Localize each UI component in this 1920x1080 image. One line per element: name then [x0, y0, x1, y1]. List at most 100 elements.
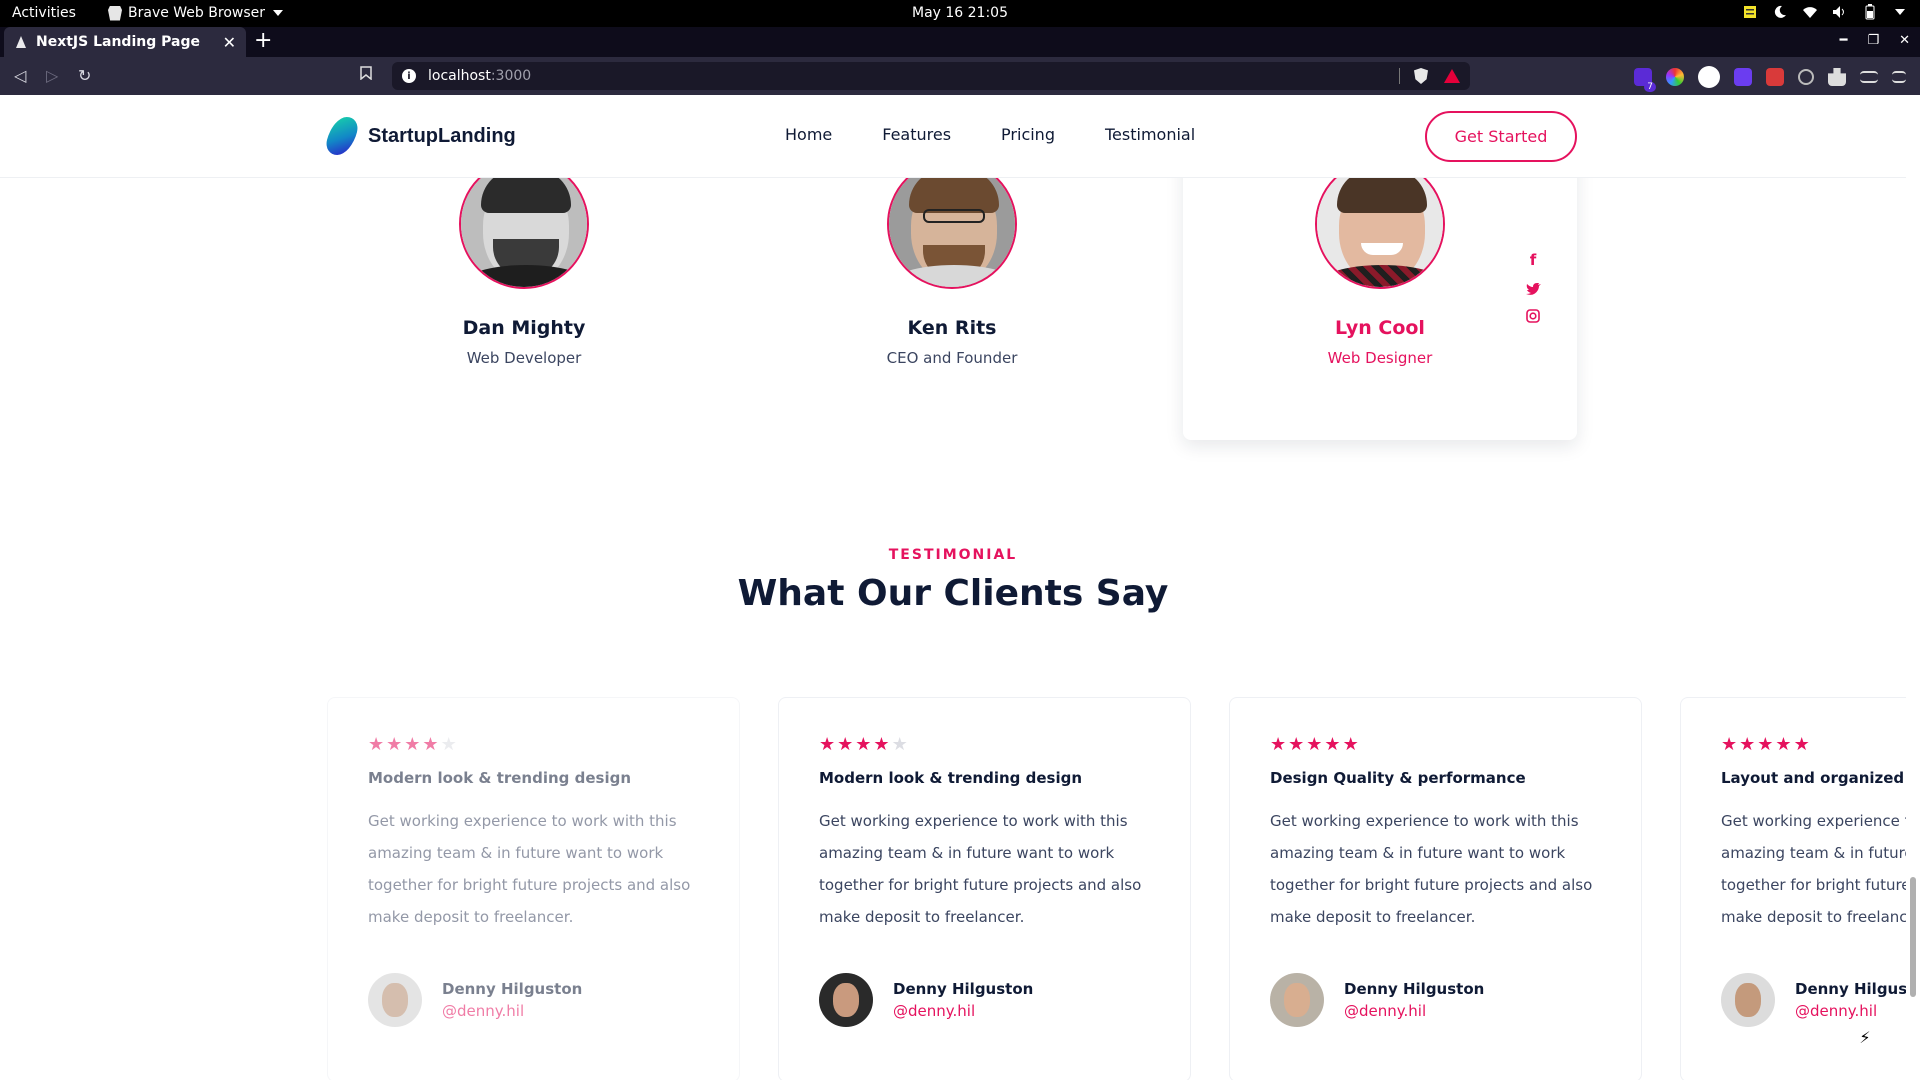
author-name: Denny Hilguston [1795, 980, 1906, 998]
reading-list-icon[interactable] [1860, 71, 1878, 83]
site-info-icon[interactable]: i [402, 69, 416, 83]
author-handle[interactable]: @denny.hil [893, 1002, 1033, 1020]
facebook-icon[interactable]: f [1525, 251, 1541, 269]
section-eyebrow: TESTIMONIAL [888, 547, 1018, 563]
star-icon: ★ [368, 734, 385, 755]
profile-icon[interactable] [1698, 66, 1720, 88]
testimonial-heading: Layout and organized layers [1721, 769, 1906, 787]
testimonial-author: Denny Hilguston @denny.hil [368, 973, 699, 1027]
favicon-icon [16, 36, 26, 48]
clock[interactable]: May 16 21:05 [912, 5, 1008, 21]
brave-rewards-icon[interactable] [1444, 69, 1460, 83]
forward-icon[interactable]: ▷ [46, 66, 58, 85]
star-icon: ★ [1270, 734, 1287, 755]
browser-toolbar: ◁ ▷ ↻ i localhost:3000 7 [0, 57, 1920, 95]
restore-icon[interactable]: ❐ [1867, 33, 1879, 48]
twitter-icon[interactable] [1525, 279, 1541, 297]
avatar [887, 159, 1017, 289]
get-started-button[interactable]: Get Started [1425, 111, 1577, 162]
extension-infinity-icon[interactable] [1734, 68, 1752, 86]
avatar [819, 973, 873, 1027]
team-member-card[interactable]: Dan Mighty Web Developer [327, 159, 721, 367]
extension-red-icon[interactable] [1766, 68, 1784, 86]
star-empty-icon: ★ [891, 734, 908, 755]
color-picker-icon[interactable] [1666, 68, 1684, 86]
star-icon: ★ [1342, 734, 1359, 755]
extension-target-icon[interactable] [1798, 69, 1814, 85]
testimonial-body: Get working experience to work with this… [368, 812, 691, 926]
author-handle[interactable]: @denny.hil [1795, 1002, 1906, 1020]
team-member-card-active[interactable]: Lyn Cool Web Designer f [1183, 133, 1577, 440]
star-icon: ★ [1721, 734, 1738, 755]
reload-icon[interactable]: ↻ [78, 66, 91, 85]
new-tab-icon[interactable]: + [254, 30, 272, 52]
close-window-icon[interactable]: ✕ [1899, 33, 1910, 48]
nextjs-dev-indicator-icon[interactable]: ⚡ [1852, 1024, 1878, 1050]
author-handle[interactable]: @denny.hil [1344, 1002, 1484, 1020]
team-member-card[interactable]: Ken Rits CEO and Founder [755, 159, 1149, 367]
nav-testimonial[interactable]: Testimonial [1105, 125, 1195, 144]
scrollbar-thumb[interactable] [1910, 877, 1916, 997]
star-rating: ★ ★ ★ ★ ★ [819, 736, 1150, 754]
brave-lion-icon [108, 5, 122, 21]
star-icon: ★ [1775, 734, 1792, 755]
star-rating: ★ ★ ★ ★ ★ [1270, 736, 1601, 754]
testimonial-card[interactable]: ★ ★ ★ ★ ★ Modern look & trending design Get … [778, 697, 1191, 1080]
app-menu[interactable]: Brave Web Browser [108, 5, 283, 21]
star-icon: ★ [855, 734, 872, 755]
testimonial-author: Denny Hilguston @denny.hil [819, 973, 1150, 1027]
star-icon: ★ [1793, 734, 1810, 755]
notes-icon[interactable] [1742, 4, 1758, 20]
star-icon: ★ [1288, 734, 1305, 755]
instagram-icon[interactable] [1525, 307, 1541, 325]
star-icon: ★ [873, 734, 890, 755]
minimize-icon[interactable]: ━ [1840, 33, 1848, 48]
brave-shields-icon[interactable] [1414, 68, 1428, 84]
os-top-bar: Activities Brave Web Browser May 16 21:0… [0, 0, 1920, 27]
testimonial-card[interactable]: ★ ★ ★ ★ ★ Modern look & trending design Get … [327, 697, 740, 1080]
avatar [1315, 159, 1445, 289]
member-name: Lyn Cool [1335, 317, 1425, 339]
testimonial-card[interactable]: ★★★★★ Layout and organized layers Get wo… [1680, 697, 1906, 1080]
star-empty-icon: ★ [440, 734, 457, 755]
testimonial-body: Get working experience to work with this… [819, 812, 1142, 926]
address-bar-divider [1399, 68, 1400, 84]
nav-features[interactable]: Features [882, 125, 951, 144]
tab-title: NextJS Landing Page [36, 34, 200, 50]
testimonial-body: Get working experience to work with this… [1270, 812, 1593, 926]
testimonial-heading: Design Quality & performance [1270, 769, 1526, 787]
page-scrollbar[interactable] [1906, 95, 1920, 1080]
star-icon: ★ [819, 734, 836, 755]
nav-pricing[interactable]: Pricing [1001, 125, 1055, 144]
avatar [1270, 973, 1324, 1027]
star-icon: ★ [1306, 734, 1323, 755]
testimonial-card[interactable]: ★ ★ ★ ★ ★ Design Quality & performance Get w… [1229, 697, 1642, 1080]
author-handle[interactable]: @denny.hil [442, 1002, 582, 1020]
star-rating: ★ ★ ★ ★ ★ [1721, 736, 1906, 754]
tab-strip: NextJS Landing Page ✕ + ━ ❐ ✕ [0, 27, 1920, 57]
extension-purple-icon[interactable]: 7 [1634, 68, 1656, 92]
star-icon: ★ [404, 734, 421, 755]
member-role: Web Developer [466, 349, 582, 367]
brand-logo[interactable]: StartupLanding [323, 117, 516, 155]
avatar [368, 973, 422, 1027]
activities-button[interactable]: Activities [12, 5, 76, 21]
testimonial-heading: Modern look & trending design [819, 769, 1083, 787]
system-menu-caret-icon[interactable] [1892, 4, 1908, 20]
testimonial-author: Denny Hilguston @denny.hil [1270, 973, 1601, 1027]
testimonial-heading: Modern look & trending design [368, 769, 632, 787]
close-tab-icon[interactable]: ✕ [223, 33, 236, 52]
menu-icon[interactable] [1892, 71, 1906, 83]
system-tray[interactable] [1742, 4, 1908, 20]
site-header: StartupLanding Home Features Pricing Tes… [0, 95, 1906, 178]
bookmark-icon[interactable] [360, 66, 372, 84]
address-bar[interactable]: i localhost:3000 [392, 62, 1470, 90]
tab-active[interactable]: NextJS Landing Page ✕ [4, 27, 246, 57]
back-icon[interactable]: ◁ [14, 66, 26, 85]
extensions-puzzle-icon[interactable] [1828, 68, 1846, 86]
nav-home[interactable]: Home [785, 125, 832, 144]
star-icon: ★ [1324, 734, 1341, 755]
social-links: f [1525, 251, 1541, 325]
star-icon: ★ [1739, 734, 1756, 755]
wifi-icon [1802, 4, 1818, 20]
